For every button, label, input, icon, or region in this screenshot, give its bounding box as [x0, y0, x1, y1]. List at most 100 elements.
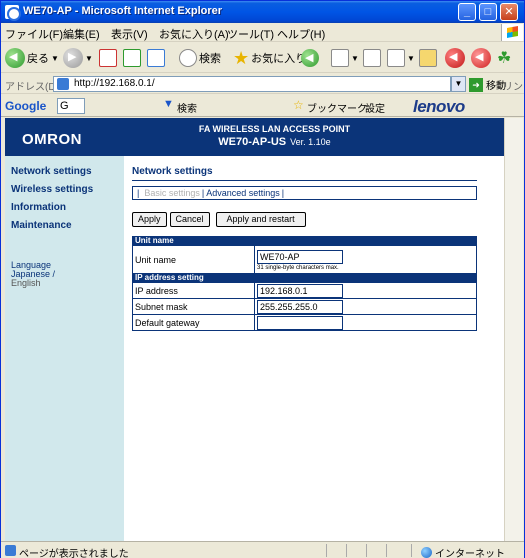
- menu-view[interactable]: 表示(V): [111, 26, 148, 42]
- print-button[interactable]: [363, 47, 381, 69]
- menu-file[interactable]: ファイル(F): [5, 26, 63, 42]
- apply-button[interactable]: Apply: [132, 212, 167, 227]
- tab-basic-settings[interactable]: Basic settings: [144, 188, 200, 198]
- vertical-scrollbar[interactable]: [504, 118, 523, 541]
- menu-help[interactable]: ヘルプ(H): [277, 26, 325, 42]
- tab-separator: |: [137, 188, 140, 198]
- title-bar[interactable]: WE70-AP - Microsoft Internet Explorer _ …: [1, 1, 524, 23]
- discuss-button[interactable]: ☘: [497, 47, 511, 69]
- unit-name-input[interactable]: WE70-AP: [257, 249, 343, 264]
- menu-edit[interactable]: 編集(E): [63, 26, 100, 42]
- nav-maintenance[interactable]: Maintenance: [11, 220, 72, 231]
- chevron-down-icon: ▼: [407, 53, 415, 63]
- default-gateway-input[interactable]: [257, 315, 343, 330]
- status-divider: [411, 544, 412, 557]
- unit-name-cell: WE70-AP 31 single-byte characters max.: [254, 245, 477, 274]
- google-logo[interactable]: Google: [5, 99, 46, 113]
- menu-favorites[interactable]: お気に入り(A): [159, 26, 229, 42]
- refresh-button[interactable]: [123, 47, 141, 69]
- version: Ver. 1.10e: [290, 137, 331, 147]
- tab-advanced-settings[interactable]: Advanced settings: [206, 188, 280, 198]
- folder-icon: [419, 49, 437, 67]
- settings-button[interactable]: 設定: [365, 100, 385, 115]
- favorites-button[interactable]: ★ お気に入り: [233, 47, 306, 69]
- minimize-button[interactable]: _: [458, 3, 476, 21]
- page-done-icon: [5, 545, 16, 556]
- tab-separator: |: [281, 188, 285, 198]
- menu-tools[interactable]: ツール(T): [227, 26, 274, 42]
- settings-tabs: | Basic settings | Advanced settings |: [132, 186, 477, 200]
- nav-information[interactable]: Information: [11, 202, 66, 213]
- nav-wireless-settings[interactable]: Wireless settings: [11, 184, 93, 195]
- chevron-down-icon: ▼: [351, 53, 359, 63]
- google-search-input[interactable]: G: [57, 98, 85, 114]
- windows-flag-icon: [501, 24, 523, 41]
- history-button[interactable]: [301, 47, 319, 69]
- page-header: OMRON FA WIRELESS LAN ACCESS POINT WE70-…: [5, 118, 504, 156]
- edit-button[interactable]: ▼: [387, 47, 415, 69]
- default-gateway-cell: [254, 314, 477, 331]
- home-button[interactable]: [147, 47, 165, 69]
- mail-icon: [331, 49, 349, 67]
- ip-address-input[interactable]: 192.168.0.1: [257, 283, 343, 298]
- subnet-mask-input[interactable]: 255.255.255.0: [257, 299, 343, 314]
- edit-icon: [387, 49, 405, 67]
- page-content: OMRON FA WIRELESS LAN ACCESS POINT WE70-…: [5, 118, 504, 541]
- window-title: WE70-AP - Microsoft Internet Explorer: [23, 5, 223, 17]
- address-label: アドレス(D): [5, 82, 59, 93]
- back-button[interactable]: 戻る ▼: [5, 47, 59, 69]
- ip-address-label: IP address: [132, 282, 255, 299]
- default-gateway-label: Default gateway: [132, 314, 255, 331]
- left-nav: Network settings Wireless settings Infor…: [5, 156, 124, 541]
- back-arrow-icon: [5, 48, 25, 68]
- mail-button[interactable]: ▼: [331, 47, 359, 69]
- close-button[interactable]: ✕: [500, 3, 518, 21]
- ie-icon: [5, 5, 21, 21]
- go-button[interactable]: ➜ 移動: [469, 77, 506, 92]
- forward-button[interactable]: ▼: [63, 47, 93, 69]
- address-bar: アドレス(D) http://192.168.0.1/ ▼ ➜ 移動 リンク: [1, 74, 524, 108]
- tab-separator: |: [201, 188, 205, 198]
- search-button[interactable]: 検索: [179, 47, 221, 69]
- table-row: Subnet mask 255.255.255.0: [132, 298, 477, 315]
- search-icon: [179, 49, 197, 67]
- globe-icon: [421, 547, 432, 558]
- cancel-button[interactable]: Cancel: [169, 212, 210, 227]
- status-divider: [346, 544, 347, 557]
- bookmarks-button[interactable]: ブックマーク: [307, 100, 367, 115]
- section-header: IP address setting: [132, 273, 477, 283]
- address-url: http://192.168.0.1/: [74, 78, 155, 89]
- dropdown-icon[interactable]: ▼: [163, 98, 174, 110]
- messenger-icon: [445, 48, 465, 68]
- research-button[interactable]: [471, 47, 491, 69]
- star-icon: ☆: [293, 98, 304, 112]
- language-english[interactable]: English: [11, 278, 41, 288]
- status-divider: [386, 544, 387, 557]
- star-icon: ★: [233, 48, 250, 68]
- table-row: IP address 192.168.0.1: [132, 282, 477, 299]
- toolbar: 戻る ▼ ▼ 検索 ★ お気に入り ▼: [1, 43, 524, 73]
- stop-icon: [99, 49, 117, 67]
- address-input[interactable]: http://192.168.0.1/: [53, 76, 451, 92]
- research-icon: [471, 48, 491, 68]
- history-icon: [301, 49, 319, 67]
- unit-name-hint: 31 single-byte characters max.: [257, 264, 339, 271]
- page-title: Network settings: [132, 166, 213, 177]
- security-zone: インターネット: [421, 545, 505, 558]
- apply-and-restart-button[interactable]: Apply and restart: [215, 212, 306, 227]
- messenger-button[interactable]: [445, 47, 465, 69]
- print-icon: [363, 49, 381, 67]
- lenovo-logo: lenovo: [413, 97, 465, 116]
- stop-button[interactable]: [99, 47, 117, 69]
- section-unit-name: Unit name: [132, 236, 477, 246]
- folder-button[interactable]: [419, 47, 437, 69]
- section-header: Unit name: [132, 236, 477, 246]
- browser-window: WE70-AP - Microsoft Internet Explorer _ …: [0, 0, 525, 558]
- google-search-button[interactable]: 検索: [177, 100, 197, 115]
- status-bar: ページが表示されました インターネット: [1, 541, 524, 558]
- maximize-button[interactable]: □: [479, 3, 497, 21]
- address-dropdown[interactable]: ▼: [451, 76, 466, 92]
- table-row: Unit name WE70-AP 31 single-byte charact…: [132, 245, 477, 274]
- nav-network-settings[interactable]: Network settings: [11, 166, 92, 177]
- status-divider: [326, 544, 327, 557]
